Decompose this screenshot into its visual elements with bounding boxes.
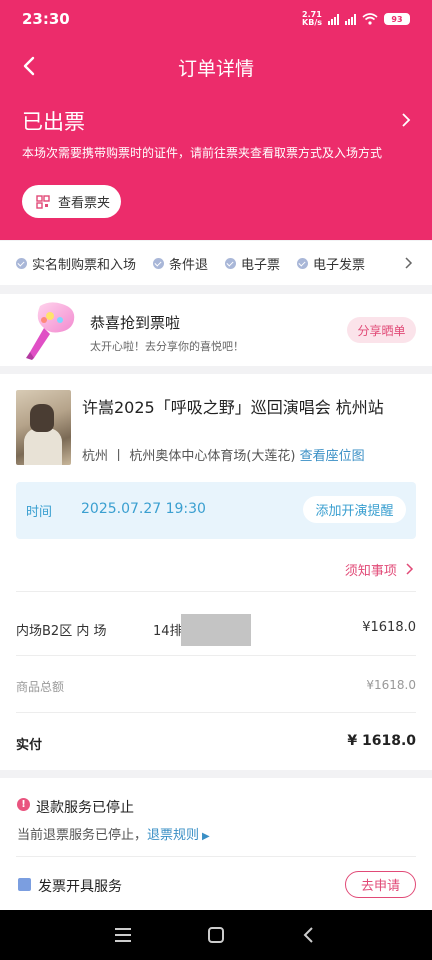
- check-icon: [225, 257, 237, 269]
- refund-title: 退款服务已停止: [36, 800, 134, 816]
- congrats-title: 恭喜抢到票啦: [90, 314, 181, 332]
- apply-invoice-button[interactable]: 去申请: [345, 871, 416, 898]
- home-icon[interactable]: [205, 924, 227, 946]
- notice-link[interactable]: 须知事项: [345, 560, 414, 579]
- network-speed-unit: KB/s: [302, 18, 322, 27]
- status-note: 本场次需要携带购票时的证件，请前往票夹查看取票方式及入场方式: [22, 146, 383, 160]
- notice-label: 须知事项: [344, 564, 397, 579]
- paid-label: 实付: [16, 738, 43, 753]
- seat-number-redaction: [181, 614, 251, 646]
- order-card: 许嵩2025「呼吸之野」巡回演唱会 杭州站 杭州 丨 杭州奥体中心体育场(大莲花…: [0, 374, 432, 770]
- signal-icon-2: [345, 13, 356, 25]
- clock: 23:30: [22, 10, 70, 28]
- congrats-subtitle: 太开心啦！去分享你的喜悦吧！: [90, 340, 244, 353]
- invoice-title: 发票开具服务: [38, 879, 122, 895]
- refund-note-text: 当前退票服务已停止，: [17, 828, 148, 843]
- back-icon[interactable]: [298, 924, 320, 946]
- show-poster[interactable]: [16, 390, 71, 465]
- total-value: ¥1618.0: [366, 678, 416, 692]
- divider: [16, 712, 416, 713]
- tag-real-name: 实名制购票和入场: [16, 254, 136, 273]
- check-icon: [297, 257, 309, 269]
- seat-price: ¥1618.0: [362, 620, 416, 635]
- total-label: 商品总额: [16, 680, 65, 694]
- status-icons: 2.71 KB/s 93: [302, 11, 410, 27]
- tag-e-ticket: 电子票: [225, 254, 280, 273]
- menu-icon[interactable]: [112, 924, 134, 946]
- chevron-right-icon[interactable]: [400, 112, 412, 128]
- tag-label: 电子票: [241, 257, 281, 273]
- page-title: 订单详情: [177, 58, 254, 80]
- time-label: 时间: [26, 505, 53, 520]
- venue-separator: 丨: [112, 449, 126, 464]
- network-speed: 2.71 KB/s: [302, 11, 322, 27]
- divider: [16, 655, 416, 656]
- tag-conditional-refund: 条件退: [153, 254, 208, 273]
- venue-city: 杭州: [82, 449, 109, 464]
- order-status-header: 23:30 2.71 KB/s 93 订单详情 已出票 本场次需要携带购票时的证…: [0, 0, 432, 240]
- nav-bar: 订单详情: [0, 46, 432, 86]
- triangle-right-icon: ▶: [202, 831, 210, 842]
- share-button[interactable]: 分享晒单: [347, 317, 416, 343]
- chevron-right-icon: [406, 563, 414, 575]
- time-value: 2025.07.27 19:30: [81, 501, 206, 517]
- tag-e-invoice: 电子发票: [297, 254, 365, 273]
- light-stick-icon: [26, 302, 75, 360]
- service-section: ! 退款服务已停止 当前退票服务已停止，退票规则 ▶ 发票开具服务 去申请: [0, 778, 432, 910]
- seat-row: 14排: [153, 624, 183, 639]
- tag-label: 条件退: [169, 257, 209, 273]
- service-tags[interactable]: 实名制购票和入场 条件退 电子票 电子发票: [0, 241, 432, 285]
- divider: [16, 591, 416, 592]
- refund-rule-link[interactable]: 退票规则: [147, 828, 199, 843]
- check-icon: [16, 257, 27, 269]
- ticket-status[interactable]: 已出票: [22, 106, 85, 136]
- qr-code-icon: [36, 194, 50, 209]
- congrats-banner: 恭喜抢到票啦 太开心啦！去分享你的喜悦吧！ 分享晒单: [0, 294, 432, 366]
- signal-icon: [328, 13, 339, 25]
- seat-map-link[interactable]: 查看座位图: [300, 449, 365, 464]
- system-nav-bar: [0, 910, 432, 960]
- show-time-box: 时间 2025.07.27 19:30 添加开演提醒: [16, 482, 416, 539]
- status-bar: 23:30 2.71 KB/s 93: [0, 0, 432, 38]
- wifi-icon: [362, 13, 378, 25]
- tag-label: 电子发票: [313, 257, 366, 273]
- battery-icon: 93: [384, 13, 410, 25]
- venue-name: 杭州奥体中心体育场(大莲花): [129, 449, 296, 464]
- paid-value: ¥ 1618.0: [347, 733, 416, 749]
- view-ticket-wallet-label: 查看票夹: [58, 196, 111, 211]
- divider: [16, 856, 416, 857]
- check-icon: [153, 257, 165, 269]
- chevron-right-icon[interactable]: [404, 256, 414, 270]
- show-title[interactable]: 许嵩2025「呼吸之野」巡回演唱会 杭州站: [82, 394, 384, 418]
- invoice-icon: [18, 878, 31, 891]
- tag-label: 实名制购票和入场: [32, 257, 137, 273]
- seat-area: 内场B2区 内 场: [16, 624, 107, 639]
- refund-note: 当前退票服务已停止，退票规则 ▶: [17, 824, 210, 843]
- add-reminder-button[interactable]: 添加开演提醒: [303, 496, 406, 523]
- venue-line: 杭州 丨 杭州奥体中心体育场(大莲花) 查看座位图: [82, 445, 365, 464]
- view-ticket-wallet-button[interactable]: 查看票夹: [22, 185, 121, 218]
- warning-icon: !: [17, 798, 30, 811]
